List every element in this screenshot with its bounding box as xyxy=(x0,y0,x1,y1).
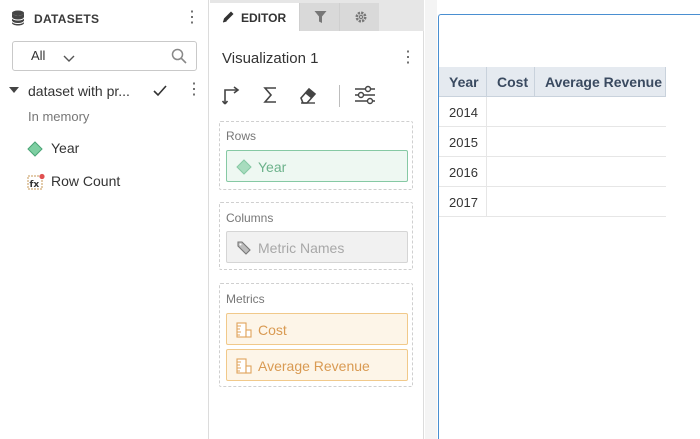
datasets-title: DATASETS xyxy=(34,12,100,26)
grid-header-average-revenue[interactable]: Average Revenue xyxy=(535,67,666,97)
grid-cell-year[interactable]: 2014 xyxy=(439,97,487,127)
search-icon[interactable] xyxy=(171,48,187,69)
dataset-search-input[interactable]: All xyxy=(12,41,197,71)
dataset-filter-select[interactable]: All xyxy=(31,48,45,63)
checkmark-icon xyxy=(153,84,167,102)
attribute-diamond-icon xyxy=(236,159,252,180)
sliders-icon[interactable] xyxy=(353,84,375,106)
table-row[interactable]: 2016 xyxy=(439,157,666,187)
field-label: Year xyxy=(51,140,80,156)
datasets-panel: DATASETS ⋮ All dataset with pr... ⋮ In m… xyxy=(0,0,209,439)
pill-label: Year xyxy=(258,159,287,175)
swap-axes-icon[interactable] xyxy=(221,84,244,106)
collapse-caret-icon[interactable] xyxy=(9,87,19,93)
tab-strip-empty xyxy=(379,3,424,31)
columns-label: Columns xyxy=(226,211,274,225)
field-item-row-count[interactable]: fx Row Count xyxy=(26,170,196,192)
table-row[interactable]: 2014 xyxy=(439,97,666,127)
datasets-header: DATASETS ⋮ xyxy=(0,0,209,36)
dataset-item[interactable]: dataset with pr... ⋮ xyxy=(0,80,209,102)
metrics-dropzone[interactable]: Metrics Cost Average Revenue xyxy=(219,283,413,387)
field-label: Row Count xyxy=(51,173,121,189)
metric-ruler-icon xyxy=(236,358,252,379)
grid-cell-year[interactable]: 2015 xyxy=(439,127,487,157)
toolbar-divider xyxy=(339,85,340,107)
tag-icon xyxy=(236,240,252,261)
tab-editor-label: EDITOR xyxy=(241,11,287,25)
visualization-title[interactable]: Visualization 1 xyxy=(222,50,318,67)
pill-label: Average Revenue xyxy=(258,358,370,374)
metrics-label: Metrics xyxy=(226,292,265,306)
visualization-menu-icon[interactable]: ⋮ xyxy=(400,49,416,69)
editor-panel: EDITOR Visualization 1 ⋮ Rows Year Colum… xyxy=(210,0,424,439)
database-icon xyxy=(11,10,25,31)
pencil-icon xyxy=(221,10,235,29)
eraser-icon[interactable] xyxy=(298,84,320,106)
datasets-menu-icon[interactable]: ⋮ xyxy=(184,9,200,29)
table-row[interactable]: 2017 xyxy=(439,187,666,217)
tab-editor[interactable]: EDITOR xyxy=(210,3,299,31)
panel-gutter xyxy=(425,0,437,439)
field-item-year[interactable]: Year xyxy=(26,137,196,159)
gear-icon xyxy=(355,11,367,23)
table-row[interactable]: 2015 xyxy=(439,127,666,157)
pill-label: Cost xyxy=(258,322,287,338)
grid-header-year[interactable]: Year xyxy=(439,67,487,97)
pill-label: Metric Names xyxy=(258,240,345,256)
attribute-diamond-icon xyxy=(26,140,44,163)
dataset-menu-icon[interactable]: ⋮ xyxy=(186,81,202,101)
grid-cell-year[interactable]: 2017 xyxy=(439,187,487,217)
columns-dropzone[interactable]: Columns Metric Names xyxy=(219,202,413,270)
sigma-icon[interactable] xyxy=(260,84,282,106)
tab-settings[interactable] xyxy=(339,3,379,31)
visualization-container[interactable]: Year Cost Average Revenue 2014 2015 2016… xyxy=(438,14,700,439)
grid-header-cost[interactable]: Cost xyxy=(487,67,535,97)
columns-pill-metric-names[interactable]: Metric Names xyxy=(226,231,408,263)
dataset-source: In memory xyxy=(28,109,90,124)
metrics-pill-average-revenue[interactable]: Average Revenue xyxy=(226,349,408,381)
tab-filter[interactable] xyxy=(299,3,339,31)
derived-metric-fx-icon: fx xyxy=(27,173,45,196)
chevron-down-icon[interactable] xyxy=(63,50,75,68)
metrics-pill-cost[interactable]: Cost xyxy=(226,313,408,345)
filter-icon xyxy=(314,11,327,23)
rows-dropzone[interactable]: Rows Year xyxy=(219,121,413,190)
metric-ruler-icon xyxy=(236,322,252,343)
rows-pill-year[interactable]: Year xyxy=(226,150,408,182)
editor-tabs: EDITOR xyxy=(210,0,424,31)
svg-text:fx: fx xyxy=(30,180,40,190)
rows-label: Rows xyxy=(226,129,257,143)
grid-cell-year[interactable]: 2016 xyxy=(439,157,487,187)
grid-header: Year Cost Average Revenue xyxy=(439,67,666,97)
dataset-name: dataset with pr... xyxy=(28,83,130,99)
